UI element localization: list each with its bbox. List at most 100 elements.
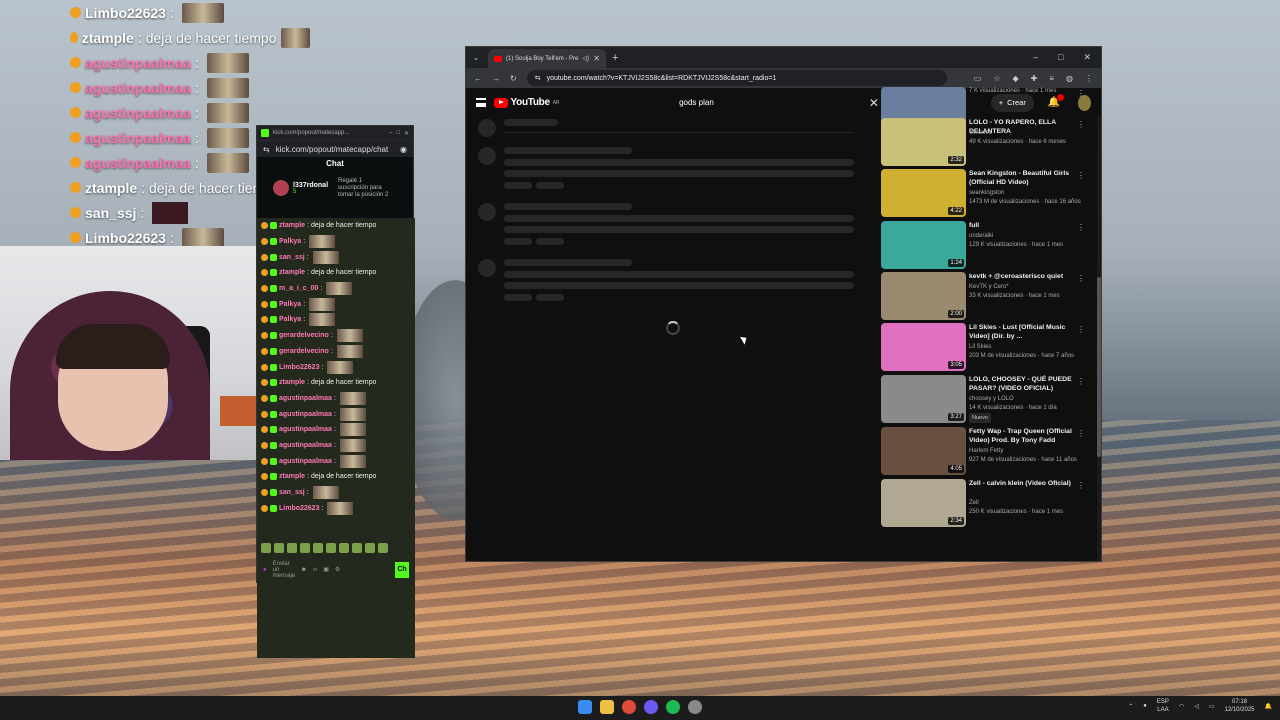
chat-username[interactable]: Limbo22623 [279,364,319,371]
emote-icon[interactable] [339,543,349,553]
chat-message[interactable]: gerardelvecino: [257,328,415,344]
more-options-icon[interactable]: ⋮ [1077,223,1085,232]
chat-message[interactable]: gerardelvecino: [257,344,415,360]
address-bar[interactable]: ⇆ youtube.com/watch?v=KTJVIJ2S58c&list=R… [526,70,947,86]
clear-search-icon[interactable]: ✕ [869,96,879,110]
notification-icon[interactable]: 🔔 [1265,703,1272,710]
chat-message[interactable]: san_ssj: [257,249,415,265]
chat-message[interactable]: Palkya: [257,296,415,312]
link-icon[interactable]: ∞ [313,567,317,573]
scrollbar[interactable] [1097,117,1101,561]
site-info-icon[interactable]: ⇆ [263,145,270,154]
puzzle-icon[interactable]: ✚ [1031,74,1038,83]
chat-message[interactable]: agustinpaalmaa: [257,406,415,422]
chat-username[interactable]: gerardelvecino [279,332,329,339]
chat-username[interactable]: ztample [279,473,305,480]
video-title[interactable]: kevtk + @ceroasterisco quiet [969,272,1077,281]
hamburger-menu-icon[interactable] [476,98,486,107]
more-options-icon[interactable]: ⋮ [1077,325,1085,334]
minimize-icon[interactable]: – [389,130,392,136]
video-title[interactable]: Fetty Wap - Trap Queen (Official Video) … [969,427,1077,445]
emote-icon[interactable] [300,543,310,553]
file-explorer-icon[interactable] [600,700,614,714]
volume-icon[interactable]: ◁ [1194,703,1199,710]
pinned-gift[interactable]: l337rdonal 5 Regalé 1 suscripción para t… [257,171,413,205]
kick-window-titlebar[interactable]: kick.com/popout/matecapp... – □ ✕ [257,126,413,140]
chat-message[interactable]: ztample: deja de hacer tiempo [257,265,415,281]
related-video[interactable]: 1:24 full underaiki 129 K visualizaciones ·… [881,221,1091,272]
tray-chevron-icon[interactable]: ⌃ [1128,703,1133,710]
emote-icon[interactable] [261,543,271,553]
chat-message[interactable]: agustinpaalmaa: [257,438,415,454]
chat-username[interactable]: Palkya [279,316,301,323]
video-title[interactable]: LOLO, CHOOSEY - QUÉ PUEDE PASAR? (VIDEO … [969,375,1077,393]
chat-username[interactable]: Limbo22623 [279,505,319,512]
chat-username[interactable]: m_a_i_c_00 [279,285,318,292]
emote-icon[interactable] [365,543,375,553]
video-channel[interactable]: underaiki [969,232,1081,240]
chat-username[interactable]: san_ssj [279,254,305,261]
search-input[interactable]: gods plan ✕ [671,93,887,113]
emote-icon[interactable] [352,543,362,553]
cast-icon[interactable]: ▭ [974,74,982,83]
chat-message[interactable]: agustinpaalmaa: [257,453,415,469]
more-options-icon[interactable]: ⋮ [1077,120,1085,129]
tab-search-icon[interactable]: ⌄ [470,52,482,64]
chat-message[interactable]: ztample: deja de hacer tiempo [257,218,415,234]
more-options-icon[interactable]: ⋮ [1077,377,1085,386]
chat-username[interactable]: agustinpaalmaa [279,411,332,418]
youtube-logo[interactable]: YouTube AR [493,97,559,108]
chat-message[interactable]: ztample: deja de hacer tiempo [257,375,415,391]
related-video[interactable]: 2:32 LOLO - YO RAPERO, ELLA DELANTERA veno… [881,118,1091,169]
video-channel[interactable]: Harlem Fetty [969,447,1081,455]
related-video[interactable]: 2:00 kevtk + @ceroasterisco quiet KevTK y … [881,272,1091,323]
chat-username[interactable]: agustinpaalmaa [279,395,332,402]
video-thumbnail[interactable]: 4:05 [881,427,966,475]
video-thumbnail[interactable]: 4:22 [881,169,966,217]
more-options-icon[interactable]: ⋮ [1077,89,1085,98]
chat-username[interactable]: ztample [279,269,305,276]
settings-icon[interactable]: ⚙ [335,566,340,573]
scrollbar-thumb[interactable] [1097,277,1101,457]
battery-icon[interactable]: ▭ [1209,703,1215,710]
video-channel[interactable]: choosey y LOLO [969,395,1081,403]
kick-address-bar[interactable]: ⇆ kick.com/popout/matecapp/chat ◉ [257,140,413,157]
profile-icon[interactable]: ◍ [1066,74,1073,83]
chat-username[interactable]: agustinpaalmaa [279,442,332,449]
chat-message[interactable]: Palkya: [257,234,415,250]
video-title[interactable]: Lil Skies - Lust [Official Music Video] … [969,323,1077,341]
chat-username[interactable]: Palkya [279,301,301,308]
emoji-icon[interactable]: ☻ [301,567,307,573]
video-thumbnail[interactable]: 2:34 [881,479,966,527]
chat-username[interactable]: san_ssj [279,489,305,496]
chat-message[interactable]: Limbo22623: [257,500,415,516]
minimize-icon[interactable]: – [1033,52,1038,63]
emote-icon[interactable] [313,543,323,553]
reload-icon[interactable]: ↻ [510,74,517,83]
more-options-icon[interactable]: ⋮ [1077,429,1085,438]
tab-close-icon[interactable]: ✕ [593,54,600,63]
chat-message[interactable]: ztample: deja de hacer tiempo [257,469,415,485]
chat-username[interactable]: ztample [279,222,305,229]
maximize-icon[interactable]: □ [396,130,400,136]
chat-username[interactable]: agustinpaalmaa [279,426,332,433]
speaker-icon[interactable]: ◁) [582,55,589,62]
obs-icon[interactable] [688,700,702,714]
video-thumbnail[interactable]: 3:05 [881,323,966,371]
video-title[interactable]: full [969,221,1077,230]
chat-message[interactable]: Palkya: [257,312,415,328]
related-video[interactable]: 4:05 Fetty Wap - Trap Queen (Official Vid… [881,427,1091,478]
video-channel[interactable]: KevTK y Cero* [969,283,1081,291]
video-channel[interactable]: Zell [969,499,1081,507]
related-video[interactable]: 3:27 LOLO, CHOOSEY - QUÉ PUEDE PASAR? (VI… [881,375,1091,426]
video-title[interactable]: Zell - calvin klein (Video Oficial) [969,479,1077,488]
new-tab-icon[interactable]: + [612,52,618,64]
close-icon[interactable]: ✕ [1083,52,1091,63]
chat-username[interactable]: Palkya [279,238,301,245]
more-options-icon[interactable]: ⋮ [1077,274,1085,283]
eye-icon[interactable]: ◉ [400,145,407,154]
chat-input-row[interactable]: ● Enviar un mensaje ☻ ∞ ▣ ⚙ Ch [257,556,415,583]
emote-icon[interactable] [326,543,336,553]
related-video[interactable]: 4:22 Sean Kingston - Beautiful Girls (Off… [881,169,1091,220]
emote-icon[interactable] [287,543,297,553]
